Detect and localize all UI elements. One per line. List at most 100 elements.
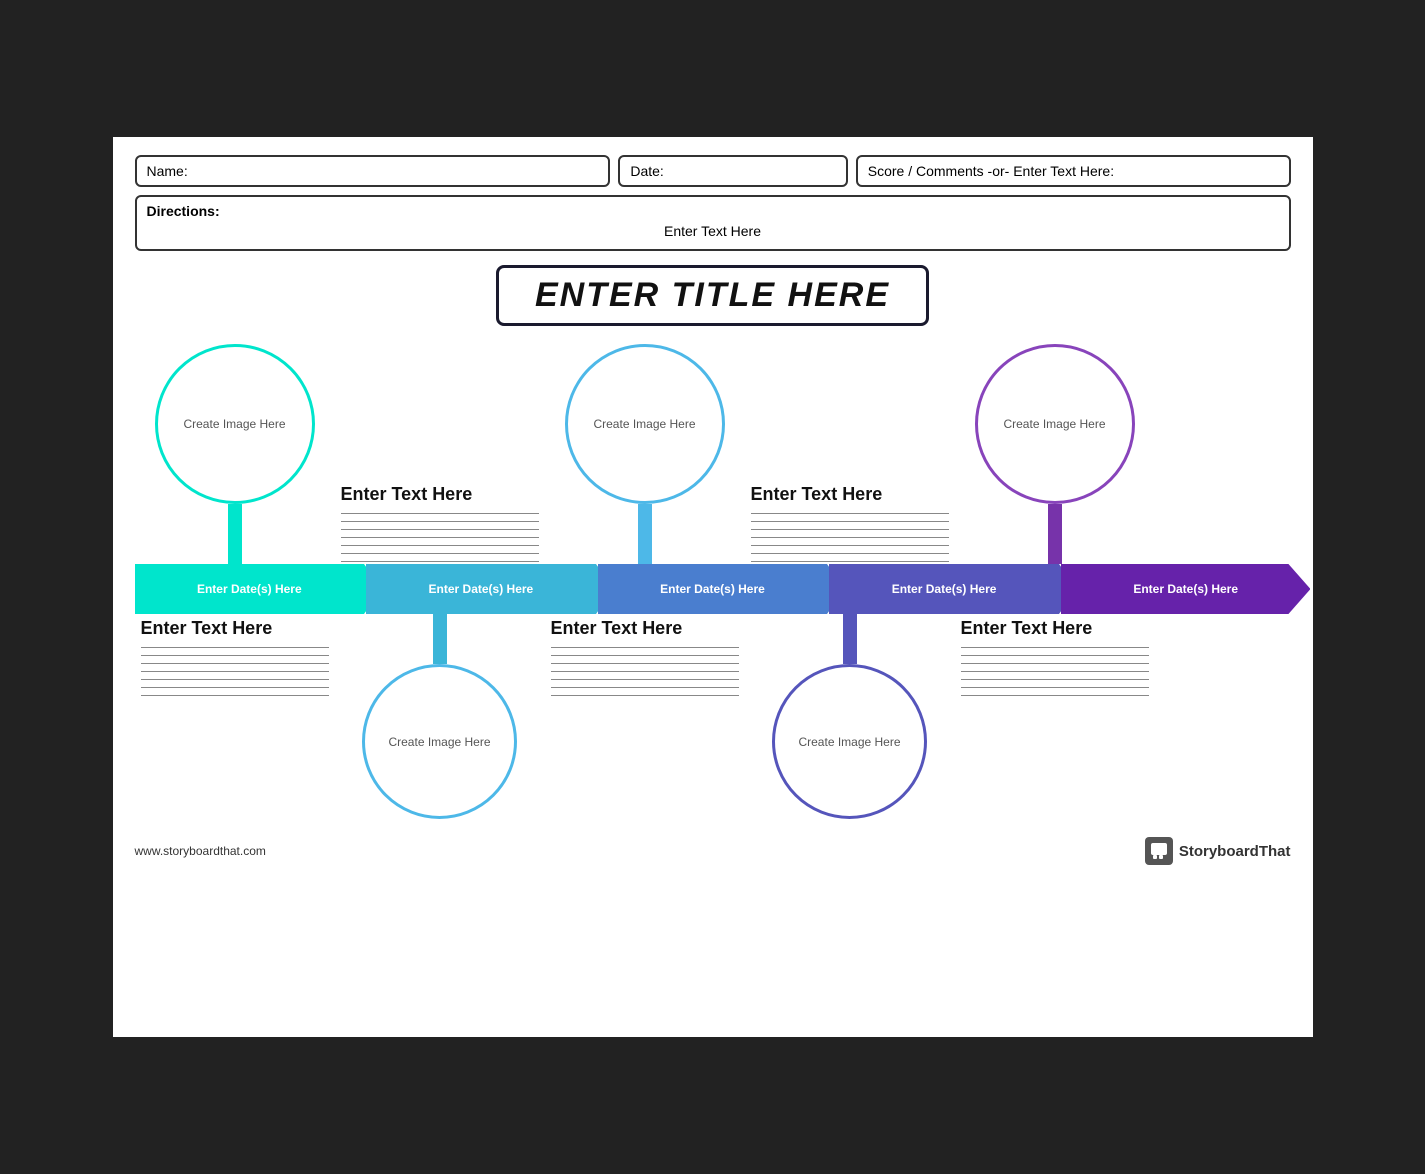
text-lines-b3 [551, 647, 739, 696]
stem-3 [638, 504, 652, 564]
circle-3-text: Create Image Here [593, 417, 695, 431]
line [961, 687, 1149, 688]
website-label: www.storyboardthat.com [135, 844, 266, 858]
top-node-5: Create Image Here [955, 344, 1155, 564]
stem-1 [228, 504, 242, 564]
line [751, 529, 949, 530]
line [551, 647, 739, 648]
arrow-1-label: Enter Date(s) Here [197, 582, 302, 596]
line [141, 671, 329, 672]
line [961, 647, 1149, 648]
arrow-cell-3: Enter Date(s) Here [598, 564, 828, 614]
logo-area: StoryboardThat [1145, 837, 1291, 865]
line [961, 671, 1149, 672]
arrow-cell-5: Enter Date(s) Here [1061, 564, 1291, 614]
page: Name: Date: Score / Comments -or- Enter … [113, 137, 1313, 1037]
line [751, 561, 949, 562]
line [141, 655, 329, 656]
line [961, 663, 1149, 664]
arrow-cell-2: Enter Date(s) Here [366, 564, 596, 614]
storyboardthat-icon [1149, 841, 1169, 861]
bottom-text-1: Enter Text Here [135, 614, 335, 696]
line [961, 695, 1149, 696]
directions-box[interactable]: Directions: Enter Text Here [135, 195, 1291, 251]
timeline-wrapper: Create Image Here Enter Text Here [135, 344, 1291, 819]
title-container: ENTER TITLE HERE [135, 265, 1291, 326]
arrow-row: Enter Date(s) Here Enter Date(s) Here En… [135, 564, 1291, 614]
line [551, 679, 739, 680]
arrow-cell-4: Enter Date(s) Here [829, 564, 1059, 614]
line [751, 553, 949, 554]
circle-3: Create Image Here [565, 344, 725, 504]
circle-b4-text: Create Image Here [798, 735, 900, 749]
bottom-heading-1: Enter Text Here [141, 618, 329, 639]
arrow-5-label: Enter Date(s) Here [1133, 582, 1238, 596]
line [551, 655, 739, 656]
line [961, 655, 1149, 656]
date-label: Date: [630, 163, 663, 179]
top-text-2: Enter Text Here [335, 484, 545, 564]
text-lines-4 [751, 513, 949, 562]
line [141, 647, 329, 648]
arrow-1: Enter Date(s) Here [135, 564, 365, 614]
bottom-text-5: Enter Text Here [955, 614, 1155, 696]
line [551, 695, 739, 696]
stem-b4 [843, 614, 857, 664]
arrow-3-label: Enter Date(s) Here [660, 582, 765, 596]
top-heading-2: Enter Text Here [341, 484, 539, 505]
text-lines-b1 [141, 647, 329, 696]
line [141, 695, 329, 696]
name-field[interactable]: Name: [135, 155, 611, 187]
circle-1-text: Create Image Here [183, 417, 285, 431]
bottom-cols: Enter Text Here Create Image Here [135, 614, 1291, 819]
footer: www.storyboardthat.com StoryboardThat [135, 837, 1291, 865]
bottom-heading-5: Enter Text Here [961, 618, 1149, 639]
top-text-4: Enter Text Here [745, 484, 955, 564]
circle-b2: Create Image Here [362, 664, 517, 819]
arrow-cell-1: Enter Date(s) Here [135, 564, 365, 614]
circle-5: Create Image Here [975, 344, 1135, 504]
main-title[interactable]: ENTER TITLE HERE [496, 265, 929, 326]
arrow-3: Enter Date(s) Here [598, 564, 828, 614]
circle-b4: Create Image Here [772, 664, 927, 819]
arrow-5: Enter Date(s) Here [1061, 564, 1311, 614]
bottom-heading-3: Enter Text Here [551, 618, 739, 639]
line [551, 671, 739, 672]
score-field[interactable]: Score / Comments -or- Enter Text Here: [856, 155, 1291, 187]
arrow-2-label: Enter Date(s) Here [429, 582, 534, 596]
text-lines-b5 [961, 647, 1149, 696]
bottom-node-2: Create Image Here [335, 614, 545, 819]
line [751, 513, 949, 514]
line [551, 687, 739, 688]
name-label: Name: [147, 163, 188, 179]
line [141, 679, 329, 680]
line [341, 561, 539, 562]
line [341, 521, 539, 522]
stem-5 [1048, 504, 1062, 564]
line [341, 529, 539, 530]
bottom-node-4: Create Image Here [745, 614, 955, 819]
date-field[interactable]: Date: [618, 155, 847, 187]
line [751, 521, 949, 522]
arrow-4-label: Enter Date(s) Here [892, 582, 997, 596]
line [341, 537, 539, 538]
top-heading-4: Enter Text Here [751, 484, 949, 505]
header-row: Name: Date: Score / Comments -or- Enter … [135, 155, 1291, 187]
directions-text: Enter Text Here [147, 223, 1279, 239]
line [551, 663, 739, 664]
score-label: Score / Comments -or- Enter Text Here: [868, 163, 1114, 179]
directions-label: Directions: [147, 203, 220, 219]
stem-b2 [433, 614, 447, 664]
line [341, 545, 539, 546]
arrow-4: Enter Date(s) Here [829, 564, 1059, 614]
logo-icon [1145, 837, 1173, 865]
line [141, 687, 329, 688]
line [341, 553, 539, 554]
brand-name: StoryboardThat [1179, 843, 1291, 860]
circle-1: Create Image Here [155, 344, 315, 504]
line [751, 537, 949, 538]
circle-b2-text: Create Image Here [388, 735, 490, 749]
text-lines-2 [341, 513, 539, 562]
line [341, 513, 539, 514]
top-node-3: Create Image Here [545, 344, 745, 564]
